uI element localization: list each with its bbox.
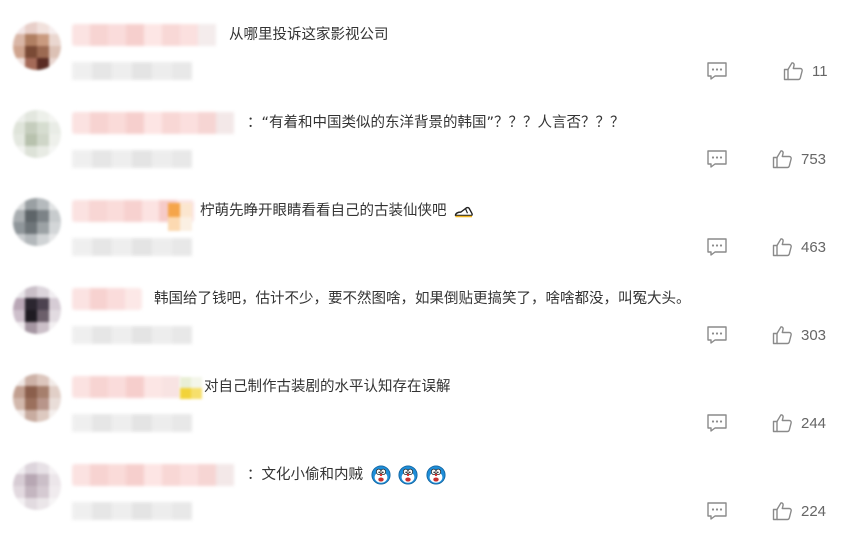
comment-text: ：“有着和中国类似的东洋背景的韩国”？？？人言否？？？ xyxy=(247,115,625,131)
comment-item: 对自己制作古装剧的水平认知存在误解 244 xyxy=(0,360,857,448)
comment-text: ：文化小偷和内贼 xyxy=(247,465,446,485)
comment-bubble-icon xyxy=(707,62,727,80)
like-count: 463 xyxy=(801,238,827,256)
like-button[interactable]: 753 xyxy=(772,148,826,170)
avatar[interactable] xyxy=(13,22,61,70)
avatar[interactable] xyxy=(13,286,61,334)
avatar[interactable] xyxy=(13,198,61,246)
badge-blurred xyxy=(180,377,202,399)
doraemon-emoji-icon xyxy=(371,465,391,485)
username-blurred[interactable] xyxy=(72,376,182,398)
timestamp-blurred xyxy=(72,326,192,344)
like-button[interactable]: 303 xyxy=(772,324,826,346)
username-blurred[interactable] xyxy=(72,112,240,134)
like-count: 303 xyxy=(801,326,827,344)
slipper-emoji-icon xyxy=(454,206,473,218)
thumbs-up-icon xyxy=(772,238,792,257)
timestamp-blurred xyxy=(72,62,192,80)
badge-blurred xyxy=(168,203,192,231)
thumbs-up-icon xyxy=(772,326,792,345)
comment-item: ：文化小偷和内贼 224 xyxy=(0,448,857,536)
comment-item: 韩国给了钱吧，估计不少，要不然图啥，如果倒贴更搞笑了，啥啥都没，叫冤大头。 30… xyxy=(0,272,857,360)
reply-button[interactable] xyxy=(706,412,728,434)
doraemon-emoji-icon xyxy=(426,465,446,485)
comment-bubble-icon xyxy=(707,502,727,520)
timestamp-blurred xyxy=(72,238,192,256)
comment-bubble-icon xyxy=(707,238,727,256)
reply-button[interactable] xyxy=(706,324,728,346)
reply-button[interactable] xyxy=(706,236,728,258)
like-count: 224 xyxy=(801,502,827,520)
comment-list: 从哪里投诉这家影视公司 11 ：“有着和中国类似的东洋背景的韩国”？？？人言否？… xyxy=(0,0,857,532)
like-button[interactable]: 244 xyxy=(772,412,826,434)
comment-bubble-icon xyxy=(707,150,727,168)
comment-item: ：“有着和中国类似的东洋背景的韩国”？？？人言否？？？ 753 xyxy=(0,96,857,184)
like-count: 244 xyxy=(801,414,827,432)
thumbs-up-icon xyxy=(772,150,792,169)
avatar[interactable] xyxy=(13,110,61,158)
avatar[interactable] xyxy=(13,462,61,510)
thumbs-up-icon xyxy=(772,414,792,433)
comment-item: 柠萌先睁开眼睛看看自己的古装仙侠吧 463 xyxy=(0,184,857,272)
thumbs-up-icon xyxy=(783,62,803,81)
username-blurred[interactable] xyxy=(72,464,240,486)
timestamp-blurred xyxy=(72,150,192,168)
like-button[interactable]: 463 xyxy=(772,236,826,258)
timestamp-blurred xyxy=(72,414,192,432)
comment-text: 对自己制作古装剧的水平认知存在误解 xyxy=(204,379,451,395)
timestamp-blurred xyxy=(72,502,192,520)
comment-bubble-icon xyxy=(707,326,727,344)
comment-text: 从哪里投诉这家影视公司 xyxy=(229,27,389,43)
username-blurred[interactable] xyxy=(72,288,142,310)
like-count: 753 xyxy=(801,150,827,168)
comment-item: 从哪里投诉这家影视公司 11 xyxy=(0,8,857,96)
comment-text: 韩国给了钱吧，估计不少，要不然图啥，如果倒贴更搞笑了，啥啥都没，叫冤大头。 xyxy=(154,291,691,307)
like-button[interactable]: 11 xyxy=(783,60,828,82)
avatar[interactable] xyxy=(13,374,61,422)
username-blurred[interactable] xyxy=(72,24,218,46)
reply-button[interactable] xyxy=(706,500,728,522)
doraemon-emoji-icon xyxy=(398,465,418,485)
reply-button[interactable] xyxy=(706,60,728,82)
thumbs-up-icon xyxy=(772,502,792,521)
comment-text: 柠萌先睁开眼睛看看自己的古装仙侠吧 xyxy=(200,201,474,221)
like-count: 11 xyxy=(812,62,828,80)
comment-bubble-icon xyxy=(707,414,727,432)
reply-button[interactable] xyxy=(706,148,728,170)
like-button[interactable]: 224 xyxy=(772,500,826,522)
